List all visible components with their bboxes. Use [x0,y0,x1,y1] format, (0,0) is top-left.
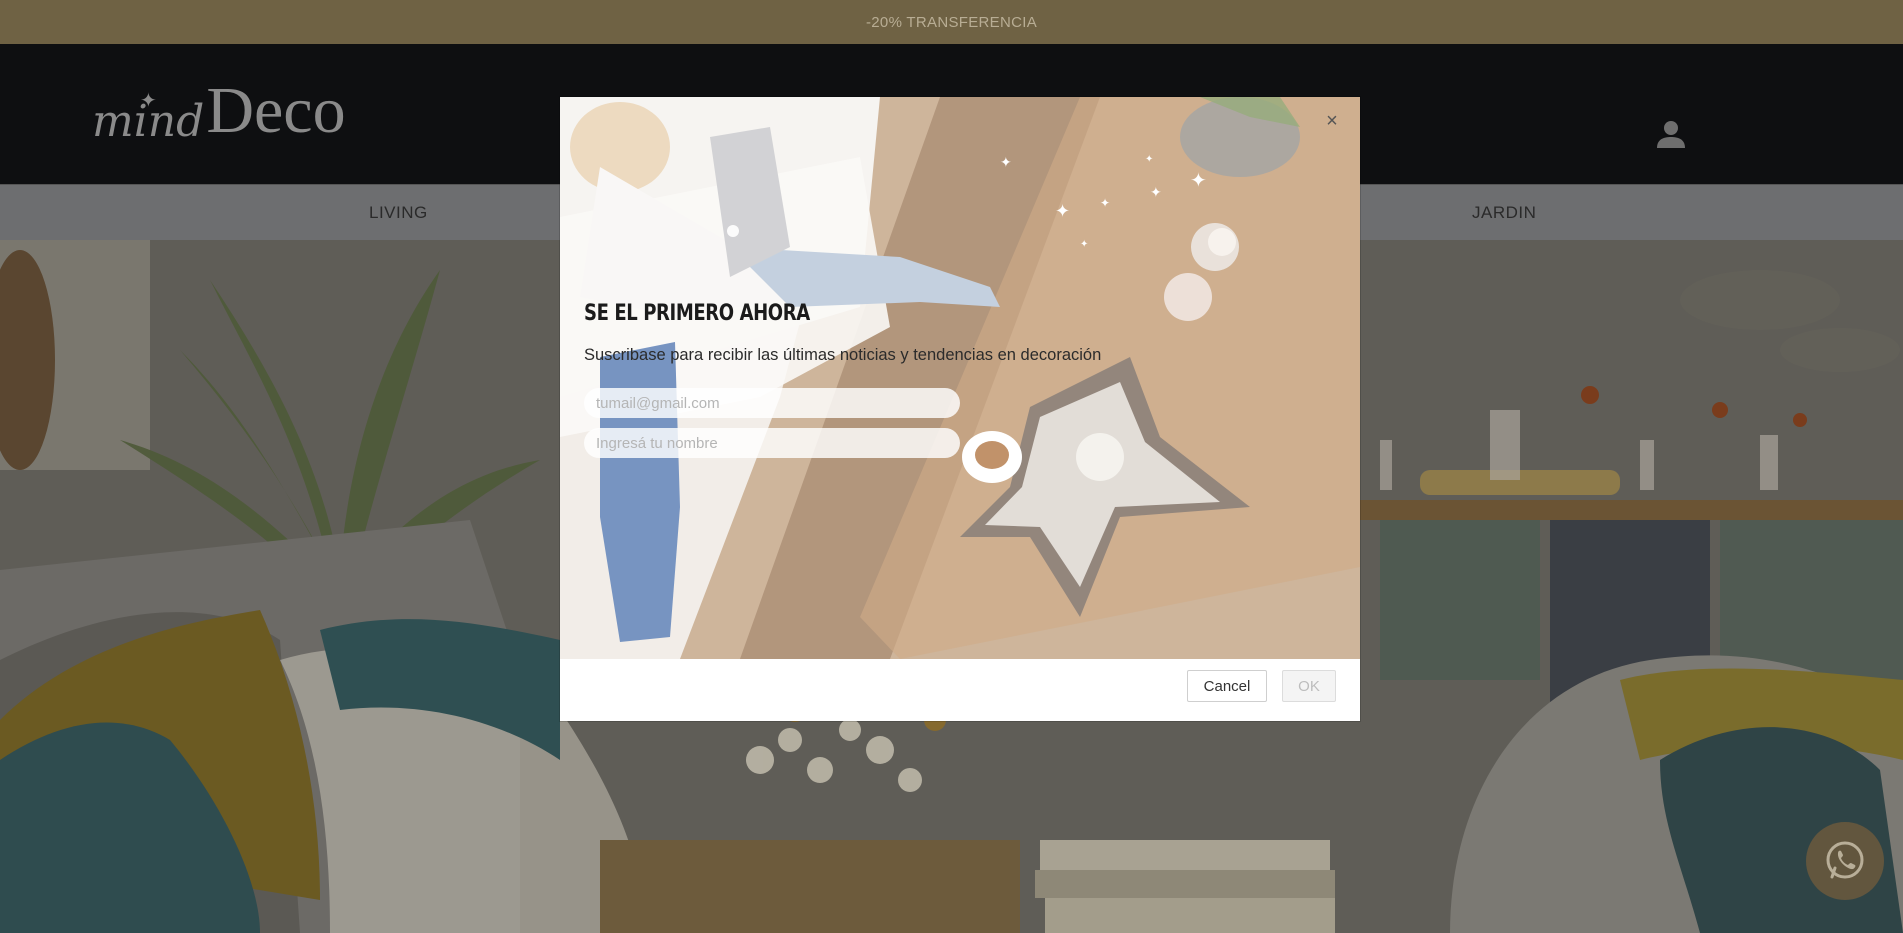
whatsapp-button[interactable] [1806,822,1884,900]
ok-button[interactable]: OK [1282,670,1336,702]
name-field[interactable] [584,428,960,458]
email-field[interactable] [584,388,960,418]
modal-scene: ✦✦ ✦✦ ✦✦ ✦ [560,97,1360,659]
cancel-button[interactable]: Cancel [1187,670,1267,702]
modal-background-image: ✦ ✦ ✦ ✦ ✦ ✦ ✦ [560,97,1360,659]
whatsapp-icon [1826,841,1864,879]
modal-subtitle: Suscribase para recibir las últimas noti… [584,346,1102,364]
modal-title: SE EL PRIMERO AHORA [584,301,810,326]
close-icon[interactable]: × [1322,111,1342,131]
newsletter-modal: ✦ ✦ ✦ ✦ ✦ ✦ ✦ × SE EL PRIMERO AHORA Suscrib… [560,97,1360,721]
